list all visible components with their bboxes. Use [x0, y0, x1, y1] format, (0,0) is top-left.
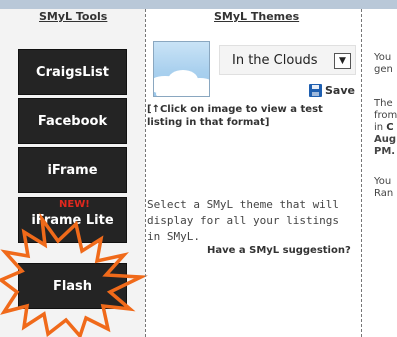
new-badge: NEW! [59, 199, 90, 210]
suggestion-link[interactable]: Have a SMyL suggestion? [207, 245, 351, 256]
info-text: You [374, 52, 392, 63]
theme-note: [↑Click on image to view a test listing … [147, 104, 323, 128]
info-text: gen [374, 64, 393, 75]
info-text: PM. [374, 146, 396, 157]
info-text: Aug [374, 134, 397, 145]
info-text: You [374, 176, 392, 187]
info-text: from [374, 110, 397, 121]
iframe-button[interactable]: iFrame [18, 147, 127, 193]
theme-description: Select a SMyL theme that will display fo… [147, 198, 340, 243]
tools-title: SMyL Tools [39, 10, 108, 23]
flash-button[interactable]: Flash [18, 263, 127, 309]
facebook-button[interactable]: Facebook [18, 98, 127, 144]
theme-dropdown[interactable]: In the Clouds ▼ [219, 45, 356, 75]
column-divider [145, 9, 146, 337]
save-disk-icon [309, 84, 322, 97]
info-text-part: in [374, 122, 387, 133]
theme-preview-image[interactable] [153, 41, 210, 97]
save-button[interactable]: Save [309, 84, 355, 97]
cloud-shape [156, 86, 209, 96]
craigslist-button[interactable]: CraigsList [18, 49, 127, 95]
top-bar [0, 0, 397, 9]
dropdown-arrow-icon[interactable]: ▼ [334, 53, 351, 69]
save-label: Save [325, 84, 355, 97]
themes-title: SMyL Themes [214, 10, 300, 23]
info-text: in C [374, 122, 394, 134]
column-divider [361, 9, 362, 337]
info-text-bold: C [386, 122, 394, 133]
theme-selected-value: In the Clouds [232, 53, 318, 68]
info-text: The [374, 98, 393, 109]
info-text: Ran [374, 188, 394, 199]
